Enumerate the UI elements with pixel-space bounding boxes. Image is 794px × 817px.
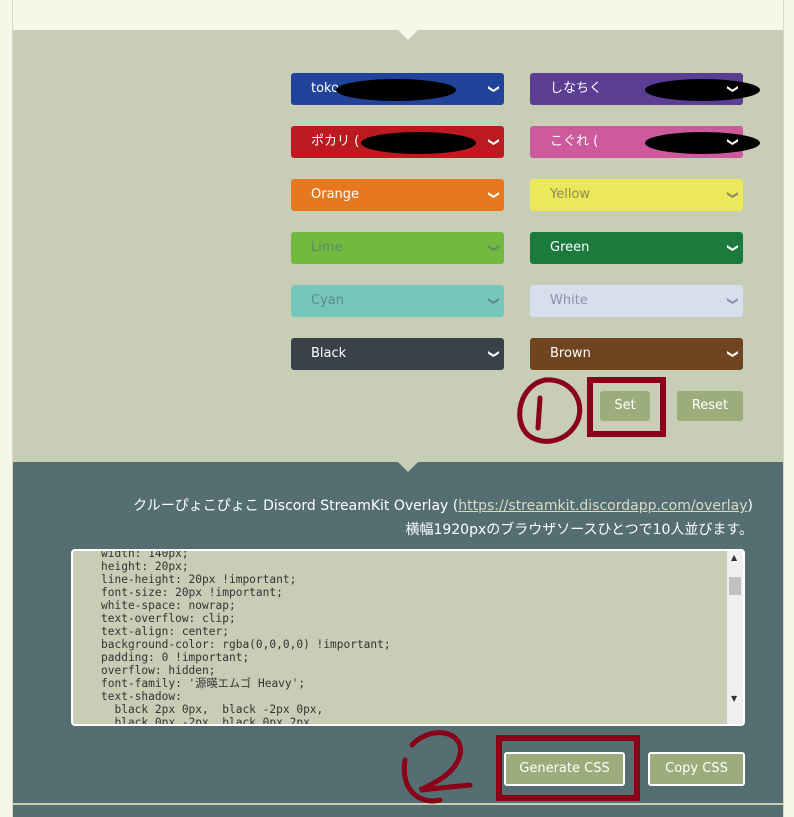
color-select[interactable]: ポカリ ( ❯: [291, 126, 504, 158]
overlay-info: クルーぴょこぴょこ Discord StreamKit Overlay (htt…: [133, 495, 753, 515]
color-select[interactable]: Green ❯: [530, 232, 743, 264]
chevron-down-icon: ❯: [487, 349, 501, 359]
chevron-down-icon: ❯: [487, 243, 501, 253]
color-select[interactable]: こぐれ ( ❯: [530, 126, 760, 158]
color-select[interactable]: toko ❯: [291, 73, 504, 105]
color-select[interactable]: Orange ❯: [291, 179, 504, 211]
select-value: Green: [550, 240, 590, 255]
redaction-mark: [361, 132, 476, 154]
chevron-down-icon: ❯: [726, 349, 740, 359]
set-button[interactable]: Set: [600, 391, 650, 421]
select-value: Yellow: [550, 187, 591, 202]
scroll-thumb[interactable]: [729, 577, 741, 595]
top-band: [12, 0, 784, 30]
select-value: Brown: [550, 346, 591, 361]
select-value: ポカリ (: [311, 134, 360, 149]
select-value: Cyan: [311, 293, 344, 308]
scroll-up-icon[interactable]: ▲: [731, 553, 737, 562]
chevron-down-icon: ❯: [726, 190, 740, 200]
select-value: toko: [311, 81, 340, 96]
select-value: Black: [311, 346, 347, 361]
color-select[interactable]: Yellow ❯: [530, 179, 743, 211]
overlay-note: 横幅1920pxのブラウザソースひとつで10人並びます。: [405, 522, 753, 538]
scroll-down-icon[interactable]: ▼: [731, 694, 737, 703]
redaction-mark: [336, 79, 456, 101]
color-select[interactable]: Lime ❯: [291, 232, 504, 264]
chevron-down-icon: ❯: [726, 137, 740, 147]
info-suffix: ): [747, 498, 753, 514]
chevron-down-icon: ❯: [726, 296, 740, 306]
color-select[interactable]: Black ❯: [291, 338, 504, 370]
select-value: Lime: [311, 240, 343, 255]
chevron-down-icon: ❯: [726, 243, 740, 253]
streamkit-link[interactable]: https://streamkit.discordapp.com/overlay: [458, 498, 747, 514]
chevron-down-icon: ❯: [487, 137, 501, 147]
reset-button[interactable]: Reset: [677, 391, 743, 421]
chevron-down-icon: ❯: [726, 84, 740, 94]
chevron-down-icon: ❯: [487, 296, 501, 306]
panel-notch: [398, 30, 418, 40]
scrollbar[interactable]: ▲ ▼: [727, 551, 743, 724]
color-select[interactable]: しなちく ❯: [530, 73, 760, 105]
css-code: width: 140px; height: 20px; line-height:…: [101, 549, 391, 726]
select-value: こぐれ (: [550, 134, 599, 149]
select-value: Orange: [311, 187, 360, 202]
color-select[interactable]: Brown ❯: [530, 338, 743, 370]
copy-css-button[interactable]: Copy CSS: [648, 752, 745, 786]
color-select[interactable]: White ❯: [530, 285, 743, 317]
select-value: White: [550, 293, 588, 308]
color-select[interactable]: Cyan ❯: [291, 285, 504, 317]
info-text: クルーぴょこぴょこ Discord StreamKit Overlay (: [133, 498, 459, 514]
css-output-textarea[interactable]: width: 140px; height: 20px; line-height:…: [71, 549, 745, 726]
generate-css-button[interactable]: Generate CSS: [504, 752, 625, 786]
select-value: しなちく: [550, 81, 603, 96]
chevron-down-icon: ❯: [487, 84, 501, 94]
chevron-down-icon: ❯: [487, 190, 501, 200]
panel-notch: [398, 462, 418, 472]
